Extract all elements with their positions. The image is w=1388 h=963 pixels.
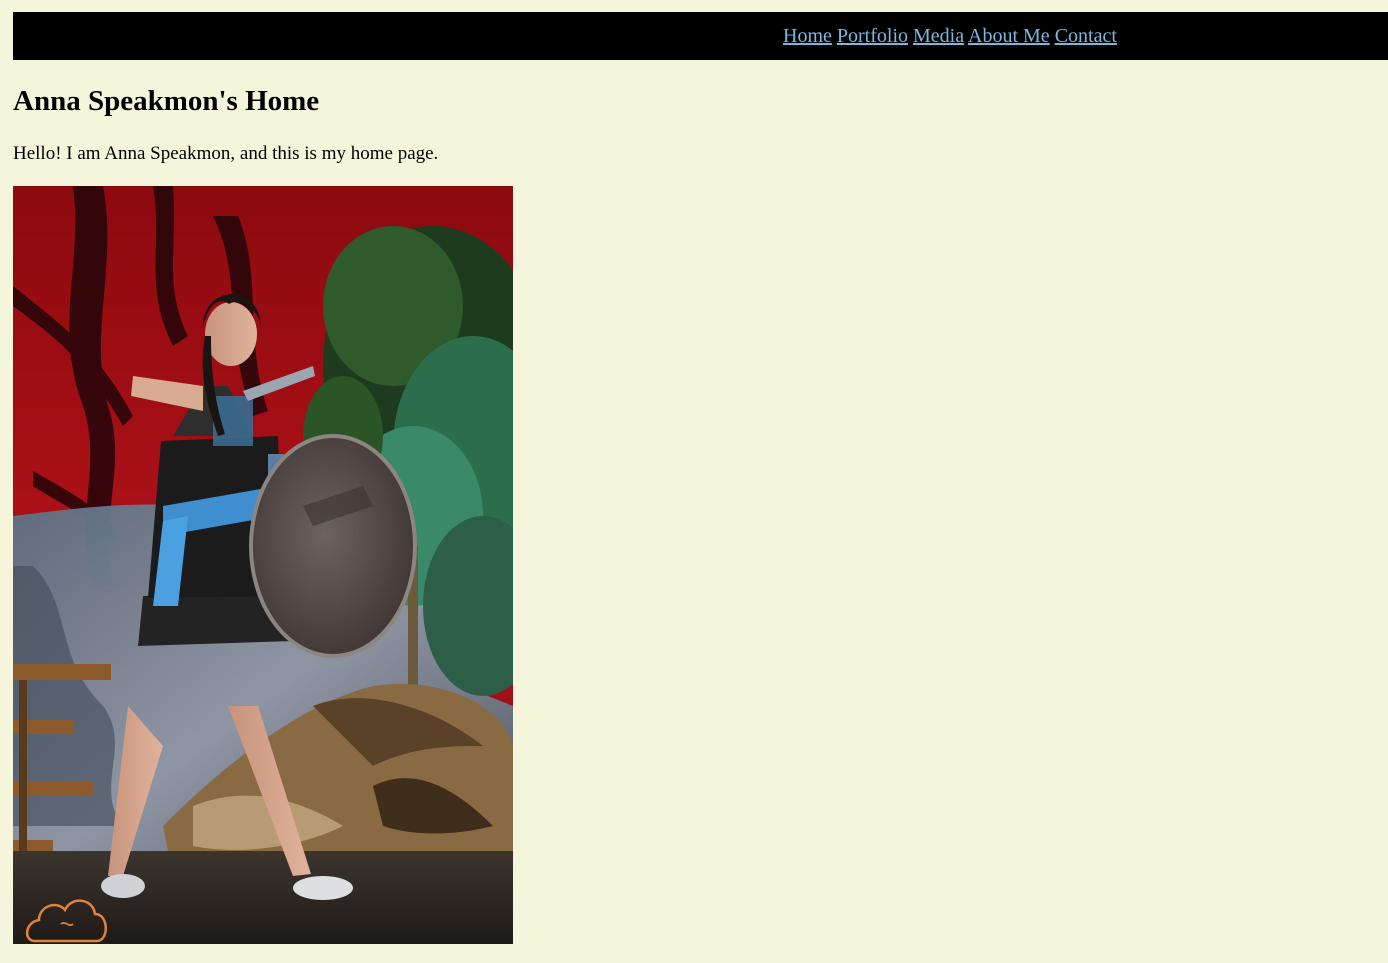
stage-floor [13, 851, 513, 944]
page-title: Anna Speakmon's Home [13, 85, 320, 117]
nav-link-portfolio[interactable]: Portfolio [837, 25, 908, 47]
nav-link-media[interactable]: Media [913, 25, 964, 47]
nav-link-contact[interactable]: Contact [1055, 25, 1117, 47]
stage-performance-photo [13, 186, 513, 944]
nav-link-about-me[interactable]: About Me [968, 25, 1050, 47]
round-shield [249, 434, 417, 658]
intro-text: Hello! I am Anna Speakmon, and this is m… [13, 143, 439, 164]
navbar: Home Portfolio Media About Me Contact [13, 12, 1388, 60]
nav-link-home[interactable]: Home [783, 25, 832, 47]
nav-links: Home Portfolio Media About Me Contact [783, 22, 1117, 50]
